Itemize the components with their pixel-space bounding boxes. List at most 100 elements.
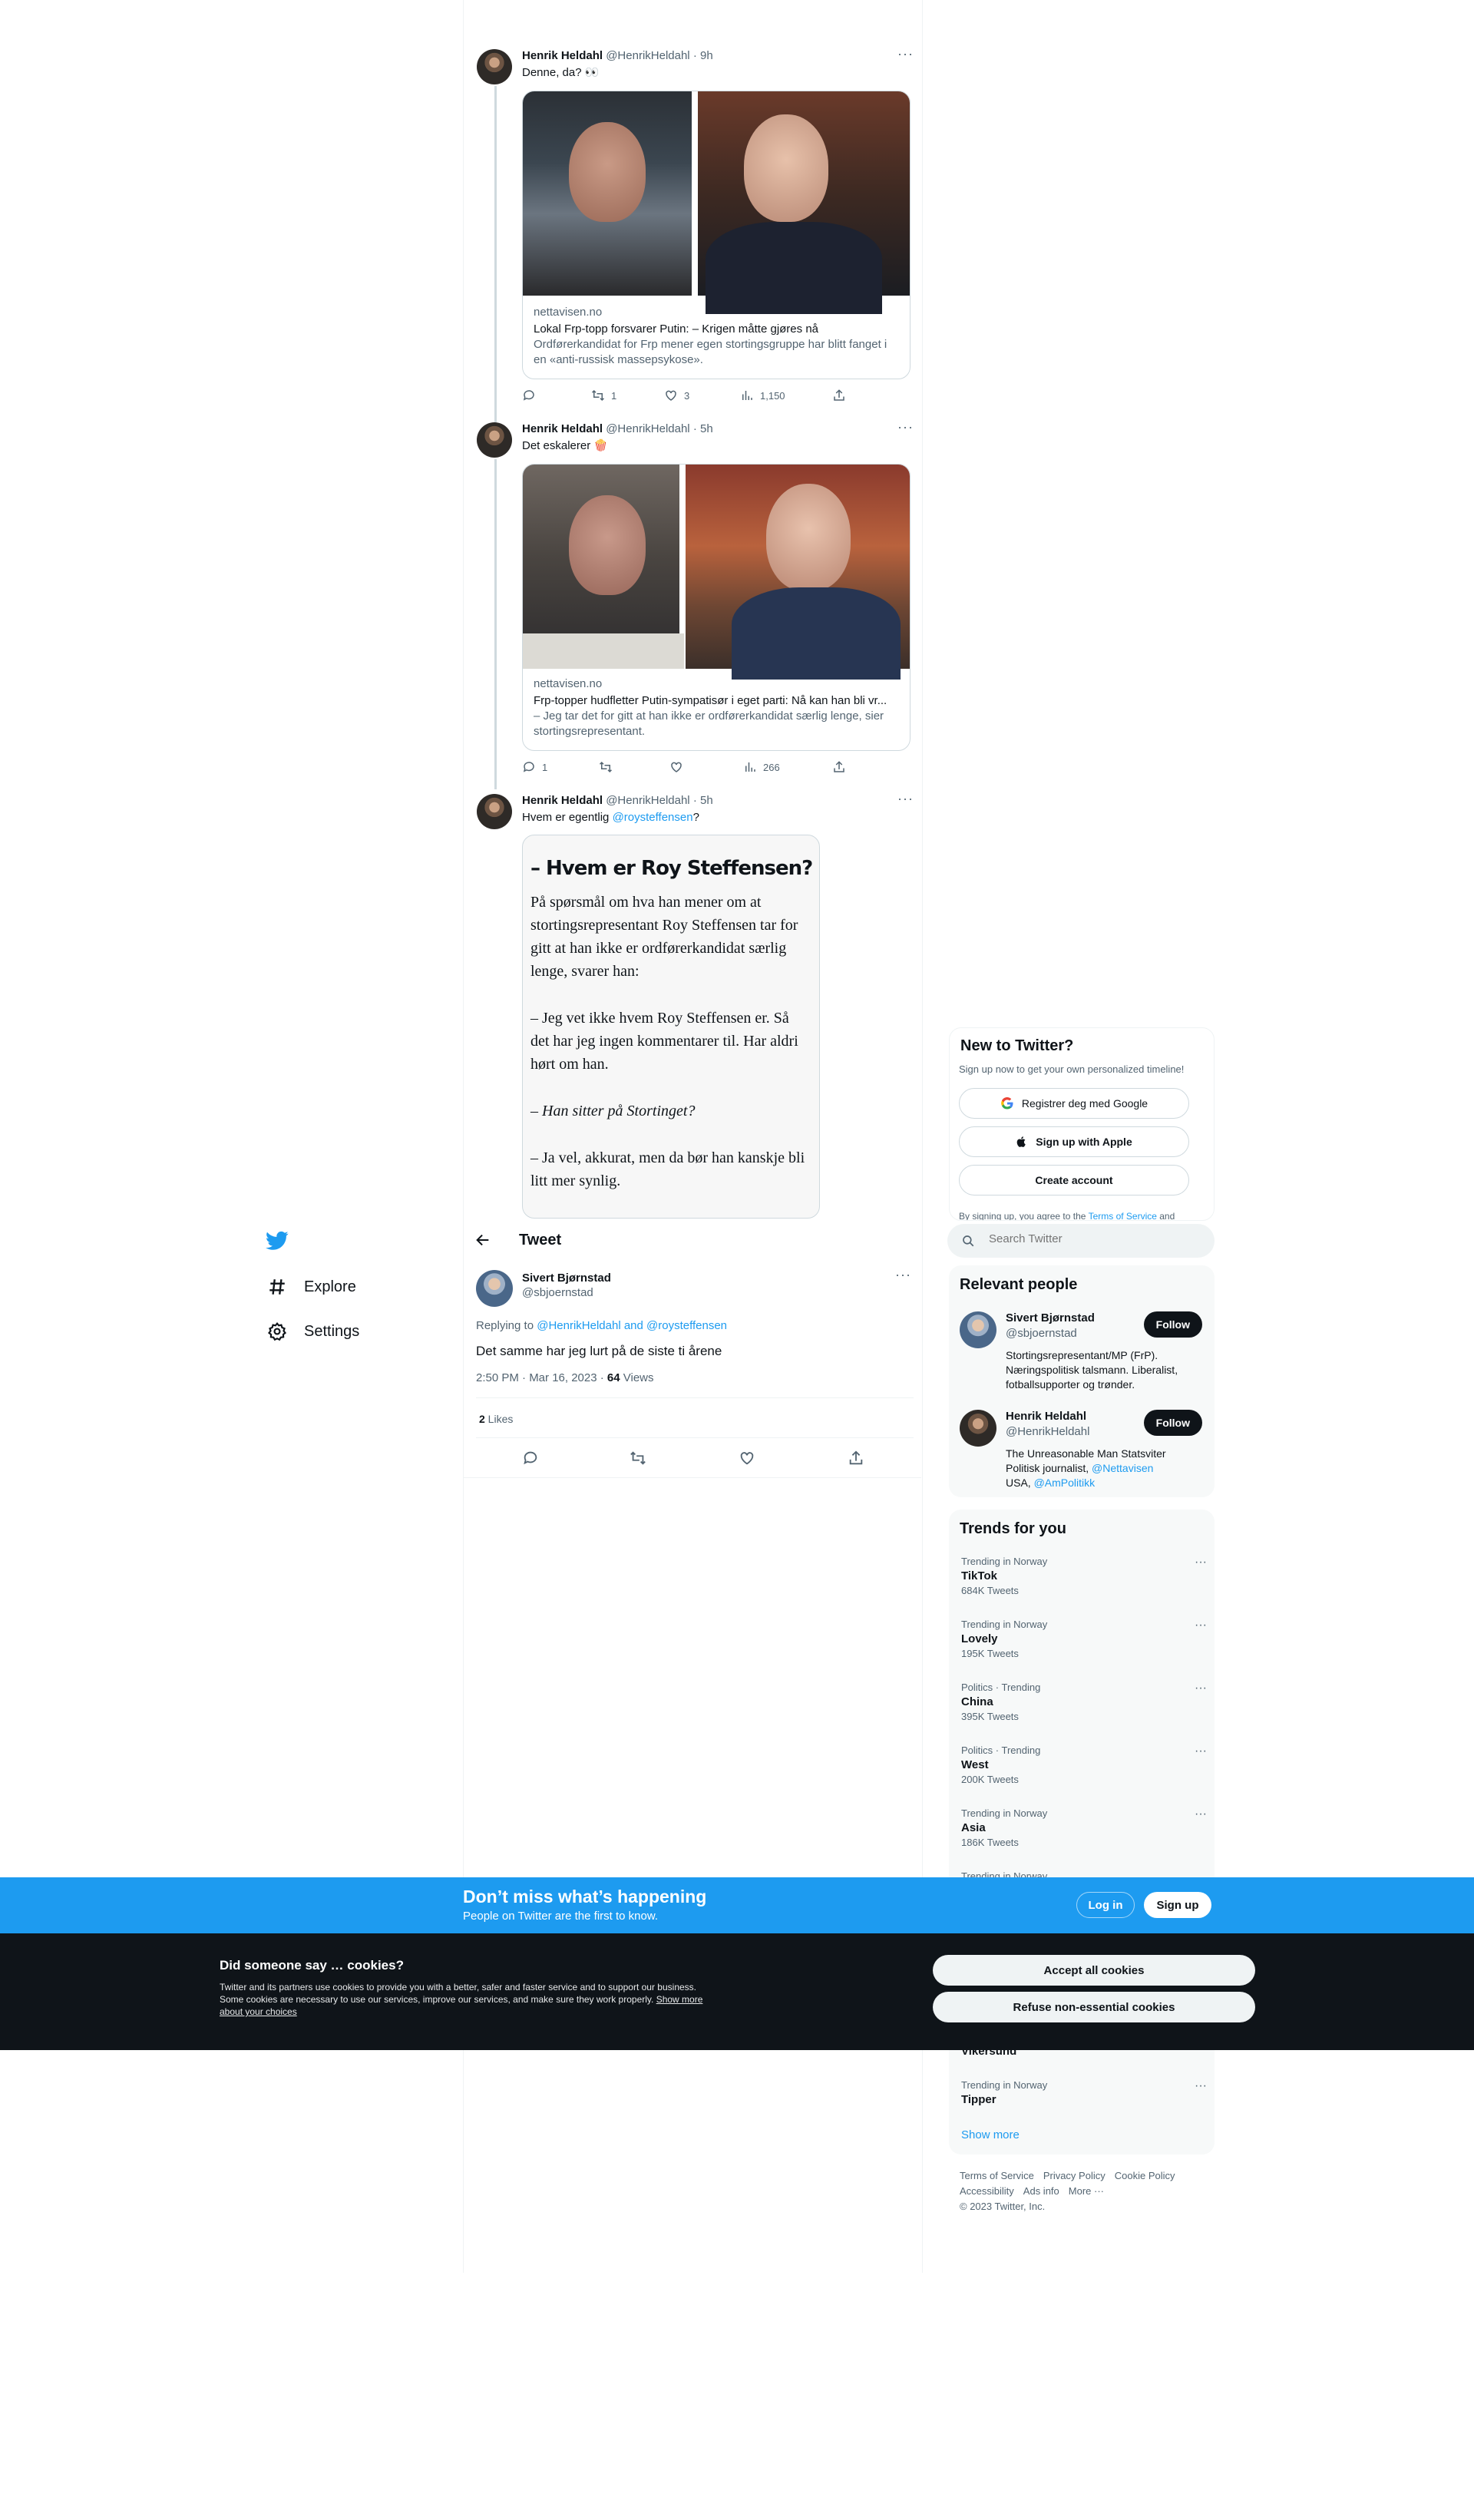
trend-item[interactable]: Trending in Norway Asia 186K Tweets ··· bbox=[961, 1807, 1207, 1848]
follow-button[interactable]: Follow bbox=[1143, 1311, 1202, 1338]
login-button[interactable]: Log in bbox=[1076, 1892, 1135, 1918]
reply-icon bbox=[523, 762, 534, 772]
tweet-text: Denne, da? 👀 bbox=[522, 66, 600, 79]
search-bar[interactable] bbox=[947, 1224, 1215, 1258]
avatar[interactable] bbox=[477, 422, 512, 458]
footer-link[interactable]: Accessibility bbox=[960, 2184, 1014, 2199]
avatar[interactable] bbox=[476, 1270, 513, 1307]
nav-explore[interactable]: Explore bbox=[267, 1277, 356, 1297]
terms-link[interactable]: Terms of Service bbox=[1089, 1211, 1157, 1220]
tweet-time[interactable]: · 9h bbox=[693, 49, 713, 62]
trend-item[interactable]: Trending in Norway Tipper ··· bbox=[961, 2079, 1207, 2106]
mention-link[interactable]: @roysteffensen bbox=[613, 811, 693, 824]
signup-button[interactable]: Sign up bbox=[1144, 1892, 1211, 1918]
twitter-logo-icon[interactable] bbox=[266, 1231, 289, 1255]
footer-link[interactable]: Ads info bbox=[1023, 2184, 1059, 2199]
more-icon[interactable]: ··· bbox=[897, 791, 914, 807]
bio-link[interactable]: @AmPolitikk bbox=[1034, 1477, 1096, 1489]
person-name[interactable]: Sivert Bjørnstad bbox=[1006, 1311, 1095, 1324]
share-button[interactable] bbox=[832, 760, 846, 774]
author-handle[interactable]: @HenrikHeldahl bbox=[606, 794, 689, 807]
more-icon[interactable]: ··· bbox=[1195, 1807, 1207, 1821]
trend-item[interactable]: Politics · Trending China 395K Tweets ··· bbox=[961, 1682, 1207, 1722]
share-button[interactable] bbox=[848, 1450, 864, 1470]
follow-button[interactable]: Follow bbox=[1143, 1410, 1202, 1436]
reply-button[interactable]: 1 bbox=[522, 760, 547, 774]
author-name[interactable]: Henrik Heldahl bbox=[522, 49, 603, 62]
footer-link[interactable]: Privacy Policy bbox=[1043, 2168, 1106, 2184]
like-button[interactable] bbox=[669, 760, 689, 774]
main-tweet-author[interactable]: Sivert Bjørnstad @sbjoernstad bbox=[522, 1272, 611, 1299]
link-card[interactable]: nettavisen.no Lokal Frp-topp forsvarer P… bbox=[522, 91, 911, 379]
footer-link[interactable]: More ··· bbox=[1069, 2184, 1104, 2199]
more-icon[interactable]: ··· bbox=[895, 1267, 911, 1283]
tweet[interactable]: Henrik Heldahl @HenrikHeldahl · 9h ··· D… bbox=[522, 46, 914, 81]
trend-item[interactable]: Politics · Trending West 200K Tweets ··· bbox=[961, 1744, 1207, 1785]
show-more-link[interactable]: Show more bbox=[961, 2128, 1020, 2141]
divider bbox=[476, 1397, 914, 1398]
more-icon[interactable]: ··· bbox=[1195, 1556, 1207, 1569]
avatar[interactable] bbox=[477, 794, 512, 829]
more-icon[interactable]: ··· bbox=[1195, 1619, 1207, 1632]
avatar[interactable] bbox=[960, 1410, 996, 1447]
retweet-button[interactable] bbox=[599, 760, 619, 774]
footer-link[interactable]: Terms of Service bbox=[960, 2168, 1034, 2184]
accept-cookies-button[interactable]: Accept all cookies bbox=[933, 1955, 1255, 1986]
article-paragraph: – Ja vel, akkurat, men da bør han kanskj… bbox=[530, 1149, 805, 1189]
avatar[interactable] bbox=[960, 1311, 996, 1348]
author-name[interactable]: Sivert Bjørnstad bbox=[522, 1272, 611, 1285]
tweet-time[interactable]: · 5h bbox=[693, 422, 713, 435]
back-arrow-icon[interactable] bbox=[474, 1232, 491, 1252]
author-name[interactable]: Henrik Heldahl bbox=[522, 422, 603, 435]
tweet-actions: 1 266 bbox=[522, 760, 844, 776]
article-body: På spørsmål om hva han mener om at stort… bbox=[530, 891, 807, 1216]
likes-count[interactable]: 2 Likes bbox=[479, 1413, 513, 1425]
more-icon[interactable]: ··· bbox=[897, 46, 914, 62]
person-info[interactable]: Sivert Bjørnstad @sbjoernstad bbox=[1006, 1311, 1095, 1340]
signup-terms: By signing up, you agree to the Terms of… bbox=[959, 1211, 1175, 1221]
create-account-button[interactable]: Create account bbox=[959, 1165, 1189, 1196]
person-handle[interactable]: @HenrikHeldahl bbox=[1006, 1425, 1089, 1438]
link-card[interactable]: nettavisen.no Frp-topper hudfletter Puti… bbox=[522, 464, 911, 751]
search-input[interactable] bbox=[989, 1232, 1196, 1245]
replying-to-link[interactable]: @HenrikHeldahl and @roysteffensen bbox=[537, 1319, 727, 1332]
share-button[interactable] bbox=[832, 389, 846, 402]
tweet[interactable]: Henrik Heldahl @HenrikHeldahl · 5h ··· H… bbox=[522, 791, 914, 825]
retweet-button[interactable] bbox=[630, 1450, 646, 1470]
author-name[interactable]: Henrik Heldahl bbox=[522, 794, 603, 807]
refuse-cookies-button[interactable]: Refuse non-essential cookies bbox=[933, 1992, 1255, 2022]
avatar[interactable] bbox=[477, 49, 512, 84]
reply-button[interactable] bbox=[522, 389, 542, 402]
reply-button[interactable] bbox=[522, 1450, 539, 1470]
person-handle[interactable]: @sbjoernstad bbox=[1006, 1327, 1095, 1340]
author-handle[interactable]: @sbjoernstad bbox=[522, 1286, 611, 1299]
card-title: Frp-topper hudfletter Putin-sympatisør i… bbox=[534, 694, 887, 707]
more-icon[interactable]: ··· bbox=[1195, 1744, 1207, 1758]
article-screenshot[interactable]: – Hvem er Roy Steffensen? På spørsmål om… bbox=[522, 835, 820, 1219]
tweet-time[interactable]: · 5h bbox=[693, 794, 713, 807]
trend-item[interactable]: Trending in Norway Lovely 195K Tweets ··· bbox=[961, 1619, 1207, 1659]
author-handle[interactable]: @HenrikHeldahl bbox=[606, 49, 689, 62]
like-button[interactable]: 3 bbox=[664, 389, 689, 402]
like-button[interactable] bbox=[739, 1450, 755, 1470]
nav-settings[interactable]: Settings bbox=[267, 1321, 359, 1341]
thread-line bbox=[494, 459, 497, 789]
more-icon[interactable]: ··· bbox=[1195, 2079, 1207, 2093]
tweet[interactable]: Henrik Heldahl @HenrikHeldahl · 5h ··· D… bbox=[522, 419, 914, 454]
person-name[interactable]: Henrik Heldahl bbox=[1006, 1410, 1089, 1423]
views-button[interactable]: 266 bbox=[743, 760, 780, 774]
trend-item[interactable]: Trending in Norway TikTok 684K Tweets ··· bbox=[961, 1556, 1207, 1596]
author-handle[interactable]: @HenrikHeldahl bbox=[606, 422, 689, 435]
apple-signup-button[interactable]: Sign up with Apple bbox=[959, 1126, 1189, 1157]
more-icon[interactable]: ··· bbox=[1195, 1682, 1207, 1695]
panel-title: Trends for you bbox=[960, 1520, 1066, 1537]
footer-link[interactable]: Cookie Policy bbox=[1115, 2168, 1175, 2184]
person-info[interactable]: Henrik Heldahl @HenrikHeldahl bbox=[1006, 1410, 1089, 1438]
google-signup-button[interactable]: Registrer deg med Google bbox=[959, 1088, 1189, 1119]
divider bbox=[476, 1437, 914, 1438]
bio-link[interactable]: @Nettavisen bbox=[1092, 1462, 1153, 1474]
views-button[interactable]: 1,150 bbox=[740, 389, 785, 402]
retweet-button[interactable]: 1 bbox=[591, 389, 616, 402]
more-icon[interactable]: ··· bbox=[897, 419, 914, 435]
tweet-text: Hvem er egentlig @roysteffensen? bbox=[522, 811, 699, 824]
